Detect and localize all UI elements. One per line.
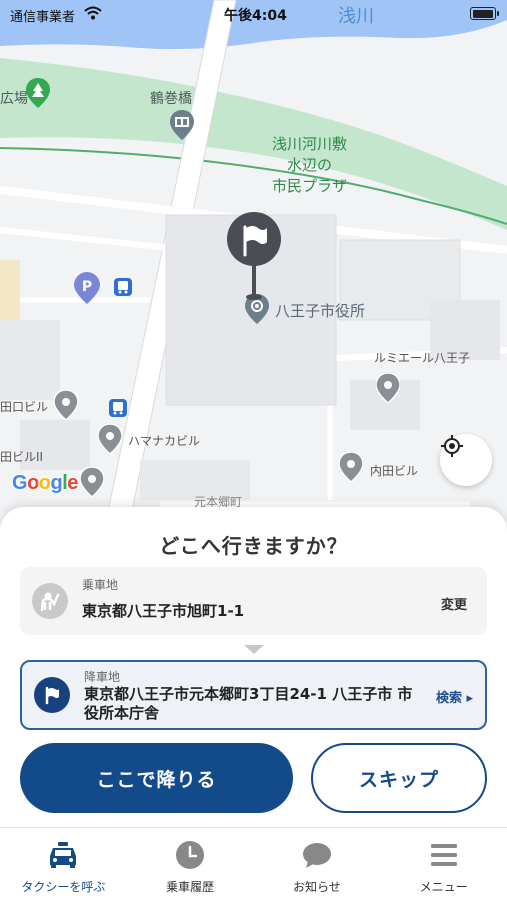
battery-icon [470, 7, 499, 20]
bridge-icon[interactable] [170, 110, 194, 140]
poi-pin-icon[interactable] [54, 390, 78, 420]
building-label-2: 田ビルII [0, 450, 44, 464]
chat-bubble-icon [301, 840, 333, 870]
poi-pin-icon[interactable] [376, 373, 400, 403]
tab-menu[interactable]: メニュー [380, 828, 507, 900]
parking-icon[interactable]: P [74, 272, 100, 304]
hamanaka-label: ハマナカビル [128, 434, 201, 448]
status-time: 午後4:04 [224, 8, 287, 24]
tab-bar: タクシーを呼ぶ 乗車履歴 お知らせ メニュー [0, 827, 507, 900]
park-label: 浅川河川敷 水辺の 市民プラザ [272, 135, 348, 195]
search-dropoff-button[interactable]: 検索 ▸ [436, 687, 473, 706]
google-logo: Google [12, 472, 78, 494]
tab-label: お知らせ [292, 880, 341, 894]
cityhall-label: 八王子市役所 [275, 302, 366, 320]
person-wave-icon [32, 583, 68, 619]
bus-icon[interactable] [109, 399, 127, 417]
destination-sheet: どこへ行きますか？ 乗車地 東京都八王子市旭町1-1 変更 降車地 東京都八王子… [0, 507, 507, 827]
pickup-address: 東京都八王子市旭町1-1 [82, 602, 245, 620]
pickup-card[interactable]: 乗車地 東京都八王子市旭町1-1 変更 [20, 567, 487, 635]
tab-notifications[interactable]: お知らせ [254, 828, 381, 900]
taxi-icon [47, 840, 79, 870]
building-label-1: 田口ビル [0, 400, 49, 414]
wifi-icon [84, 6, 102, 20]
park-edge-label: 広場 [0, 91, 28, 107]
drop-off-here-button[interactable]: ここで降りる [20, 743, 293, 813]
pickup-caption: 乗車地 [82, 578, 119, 592]
arrow-down-icon [244, 645, 264, 654]
tab-ride-history[interactable]: 乗車履歴 [127, 828, 254, 900]
poi-pin-icon[interactable] [339, 452, 363, 482]
dropoff-address: 東京都八王子市元本郷町3丁目24-1 八王子市 市役所本庁舎 [84, 685, 413, 722]
dropoff-caption: 降車地 [84, 670, 121, 684]
map-view[interactable]: 浅川 広場 鶴巻橋 浅川河川敷 水辺の 市民プラザ 八王子市役所 ルミエール八王… [0, 0, 507, 560]
locate-button[interactable] [440, 434, 492, 486]
flag-icon[interactable] [225, 211, 283, 303]
status-bar: 通信事業者 午後4:04 [0, 0, 507, 28]
sheet-title: どこへ行きますか？ [159, 534, 348, 558]
tab-label: タクシーを呼ぶ [21, 880, 106, 894]
clock-icon [174, 840, 206, 870]
uchida-label: 内田ビル [370, 464, 419, 478]
bridge-label: 鶴巻橋 [150, 91, 192, 107]
dropoff-card[interactable]: 降車地 東京都八王子市元本郷町3丁目24-1 八王子市 市役所本庁舎 検索 ▸ [20, 660, 487, 730]
lumiere-label: ルミエール八王子 [374, 351, 471, 365]
bus-icon[interactable] [114, 278, 132, 296]
carrier-label: 通信事業者 [10, 10, 76, 25]
poi-pin-icon[interactable] [98, 424, 122, 454]
skip-button[interactable]: スキップ [311, 743, 487, 813]
poi-pin-icon[interactable] [80, 467, 104, 497]
tab-label: メニュー [419, 880, 468, 894]
flag-icon [34, 677, 70, 713]
tab-label: 乗車履歴 [166, 880, 215, 894]
crosshair-icon [441, 435, 463, 457]
tree-icon[interactable] [26, 78, 50, 108]
svg-text:P: P [82, 279, 92, 295]
tab-call-taxi[interactable]: タクシーを呼ぶ [0, 828, 127, 900]
hamburger-menu-icon [428, 840, 460, 870]
change-pickup-button[interactable]: 変更 [441, 594, 467, 613]
